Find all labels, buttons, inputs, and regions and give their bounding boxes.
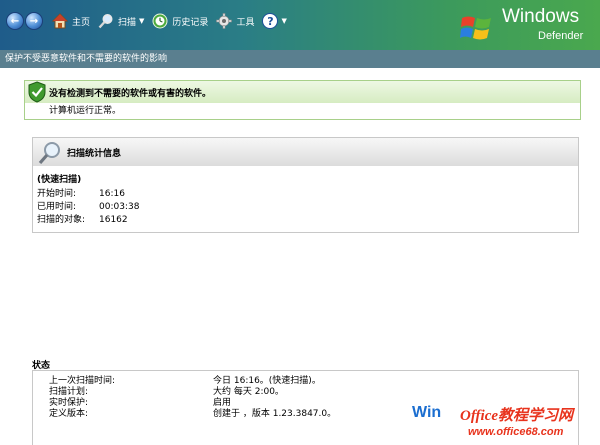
windows-flag-icon: [460, 16, 491, 40]
scan-stats-heading: 扫描统计信息: [33, 138, 578, 166]
state-value: 大约 每天 2:00。: [213, 387, 284, 397]
forward-arrow-icon: →: [29, 15, 39, 27]
history-label: 历史记录: [172, 17, 209, 28]
watermark-url-text: www.office68.com: [468, 426, 564, 438]
windows-defender-logo: Windows Defender: [460, 4, 600, 48]
stat-row: 开始时间: 16:16: [37, 188, 578, 201]
stat-value: 16162: [99, 215, 128, 225]
watermark: Win Office教程学习网 www.office68.com: [412, 402, 600, 445]
state-label: 实时保护:: [49, 398, 89, 408]
toolbar: ← → 主页 扫描 ▼ 历史记录 工具 ? ▼: [6, 8, 287, 34]
subtitle-bar: 保护不受恶意软件和不需要的软件的影响: [0, 50, 600, 68]
header-bar: ← → 主页 扫描 ▼ 历史记录 工具 ? ▼ Windows Defender: [0, 0, 600, 50]
stat-row: 已用时间: 00:03:38: [37, 201, 578, 214]
magnifier-icon: [38, 142, 60, 165]
state-row: 上一次扫描时间: 今日 16:16。(快速扫描)。: [33, 376, 578, 387]
watermark-office-text: Office教程学习网: [460, 408, 574, 424]
home-label: 主页: [72, 17, 91, 28]
state-value: 启用: [213, 398, 232, 408]
stat-label: 已用时间:: [37, 202, 77, 212]
tools-label: 工具: [236, 17, 255, 28]
back-arrow-icon: ←: [10, 15, 20, 27]
history-icon: [152, 13, 168, 29]
state-label: 上一次扫描时间:: [49, 376, 116, 386]
gear-icon: [216, 13, 233, 29]
scan-stats-panel: 扫描统计信息 (快速扫描) 开始时间: 16:16 已用时间: 00:03:38…: [32, 137, 579, 233]
help-button[interactable]: ? ▼: [262, 13, 287, 29]
stat-label: 扫描的对象:: [37, 215, 86, 225]
home-icon: [52, 13, 68, 29]
help-icon: ?: [262, 13, 279, 29]
magnifier-icon: [98, 13, 114, 29]
scan-label: 扫描: [118, 17, 137, 28]
back-button[interactable]: ←: [6, 12, 24, 30]
scan-button[interactable]: 扫描 ▼: [98, 13, 144, 29]
watermark-win-text: Win: [412, 404, 442, 421]
help-dropdown-icon[interactable]: ▼: [281, 17, 286, 25]
history-button[interactable]: 历史记录: [152, 13, 208, 29]
status-panel: 没有检测到不需要的软件或有害的软件。 计算机运行正常。: [24, 80, 581, 120]
scan-type: (快速扫描): [37, 175, 82, 185]
brand-defender-text: Defender: [538, 30, 584, 42]
stat-label: 开始时间:: [37, 189, 77, 199]
stat-value: 00:03:38: [99, 202, 140, 212]
status-message: 计算机运行正常。: [49, 106, 122, 116]
subtitle-text: 保护不受恶意软件和不需要的软件的影响: [5, 54, 168, 64]
state-value: 今日 16:16。(快速扫描)。: [213, 376, 321, 386]
state-row: 扫描计划: 大约 每天 2:00。: [33, 387, 578, 398]
status-heading: 没有检测到不需要的软件或有害的软件。: [25, 81, 580, 103]
scan-stats-body: (快速扫描) 开始时间: 16:16 已用时间: 00:03:38 扫描的对象:…: [33, 166, 578, 227]
state-label: 扫描计划:: [49, 387, 89, 397]
home-button[interactable]: 主页: [52, 13, 90, 29]
state-label: 定义版本:: [49, 409, 89, 419]
stat-row: 扫描的对象: 16162: [37, 214, 578, 227]
stat-value: 16:16: [99, 189, 125, 199]
forward-button[interactable]: →: [25, 12, 43, 30]
tools-button[interactable]: 工具: [216, 13, 254, 29]
brand-windows-text: Windows: [502, 6, 580, 27]
scan-dropdown-icon[interactable]: ▼: [139, 17, 144, 25]
state-value: 创建于 ，版本 1.23.3847.0。: [213, 409, 337, 419]
shield-check-icon: [28, 81, 46, 103]
